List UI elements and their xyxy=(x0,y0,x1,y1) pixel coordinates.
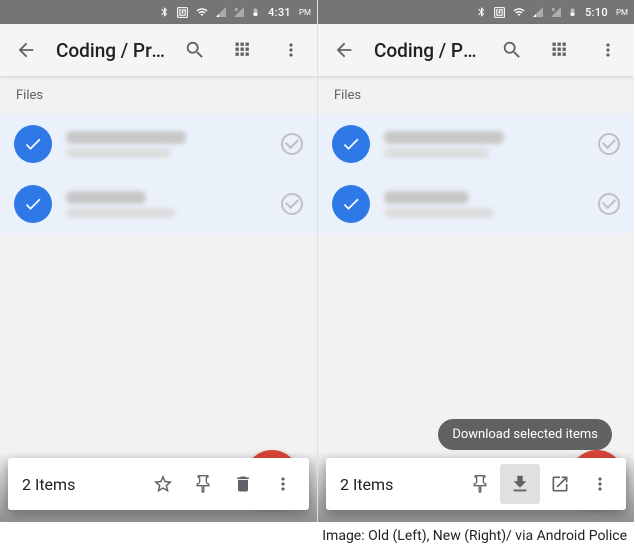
pin-button[interactable] xyxy=(183,464,223,504)
view-grid-button[interactable] xyxy=(542,32,578,68)
battery-icon xyxy=(251,5,260,19)
back-button[interactable] xyxy=(326,32,362,68)
file-row[interactable] xyxy=(0,174,317,234)
selected-check-icon[interactable] xyxy=(14,185,52,223)
screen-old: x 4:31 PM Coding / Progra… Files xyxy=(0,0,317,522)
file-meta xyxy=(384,131,584,158)
download-button[interactable] xyxy=(500,464,540,504)
pin-button[interactable] xyxy=(460,464,500,504)
app-bar: Coding / Progra… xyxy=(0,24,317,76)
status-ampm: PM xyxy=(299,8,311,17)
screen-new: x 5:10 PM Coding / Progra… Files xyxy=(317,0,634,522)
search-button[interactable] xyxy=(177,32,213,68)
signal-2-icon: x xyxy=(233,6,245,18)
nfc-icon xyxy=(493,6,506,19)
open-external-button[interactable] xyxy=(540,464,580,504)
file-row[interactable] xyxy=(318,114,634,174)
offline-pin-icon[interactable] xyxy=(598,193,620,215)
page-title: Coding / Progra… xyxy=(374,39,482,62)
svg-text:x: x xyxy=(235,7,238,13)
search-button[interactable] xyxy=(494,32,530,68)
selected-check-icon[interactable] xyxy=(332,185,370,223)
star-button[interactable] xyxy=(143,464,183,504)
section-header-files: Files xyxy=(0,76,317,114)
tooltip-download: Download selected items xyxy=(438,419,612,450)
wifi-icon xyxy=(195,6,209,18)
selection-count: 2 Items xyxy=(22,475,143,494)
section-header-files: Files xyxy=(318,76,634,114)
file-meta xyxy=(66,131,267,158)
delete-button[interactable] xyxy=(223,464,263,504)
file-row[interactable] xyxy=(0,114,317,174)
image-caption: Image: Old (Left), New (Right)/ via Andr… xyxy=(0,522,635,550)
content-spacer: 2 Items xyxy=(0,234,317,522)
bluetooth-icon xyxy=(476,5,487,19)
selection-bar: 2 Items xyxy=(326,458,626,510)
nfc-icon xyxy=(176,6,189,19)
file-list xyxy=(318,114,634,234)
app-bar: Coding / Progra… xyxy=(318,24,634,76)
content-spacer: Download selected items 2 Items xyxy=(318,234,634,522)
status-bar-right: x 5:10 PM xyxy=(318,0,634,24)
overflow-menu-button[interactable] xyxy=(273,32,309,68)
svg-text:x: x xyxy=(552,7,555,13)
selected-check-icon[interactable] xyxy=(14,125,52,163)
selection-bar: 2 Items xyxy=(8,458,309,510)
bluetooth-icon xyxy=(159,5,170,19)
offline-pin-icon[interactable] xyxy=(281,193,303,215)
signal-2-icon: x xyxy=(550,6,562,18)
wifi-icon xyxy=(512,6,526,18)
file-meta xyxy=(384,191,584,218)
file-list xyxy=(0,114,317,234)
back-button[interactable] xyxy=(8,32,44,68)
page-title: Coding / Progra… xyxy=(56,39,165,62)
view-grid-button[interactable] xyxy=(225,32,261,68)
selection-count: 2 Items xyxy=(340,475,460,494)
file-row[interactable] xyxy=(318,174,634,234)
overflow-menu-button[interactable] xyxy=(263,464,303,504)
offline-pin-icon[interactable] xyxy=(281,133,303,155)
offline-pin-icon[interactable] xyxy=(598,133,620,155)
signal-1-icon xyxy=(215,6,227,18)
status-time: 5:10 xyxy=(585,6,608,19)
overflow-menu-button[interactable] xyxy=(580,464,620,504)
battery-icon xyxy=(568,5,577,19)
status-ampm: PM xyxy=(616,8,628,17)
status-time: 4:31 xyxy=(268,6,291,19)
signal-1-icon xyxy=(532,6,544,18)
file-meta xyxy=(66,191,267,218)
selected-check-icon[interactable] xyxy=(332,125,370,163)
overflow-menu-button[interactable] xyxy=(590,32,626,68)
status-bar-left: x 4:31 PM xyxy=(0,0,317,24)
